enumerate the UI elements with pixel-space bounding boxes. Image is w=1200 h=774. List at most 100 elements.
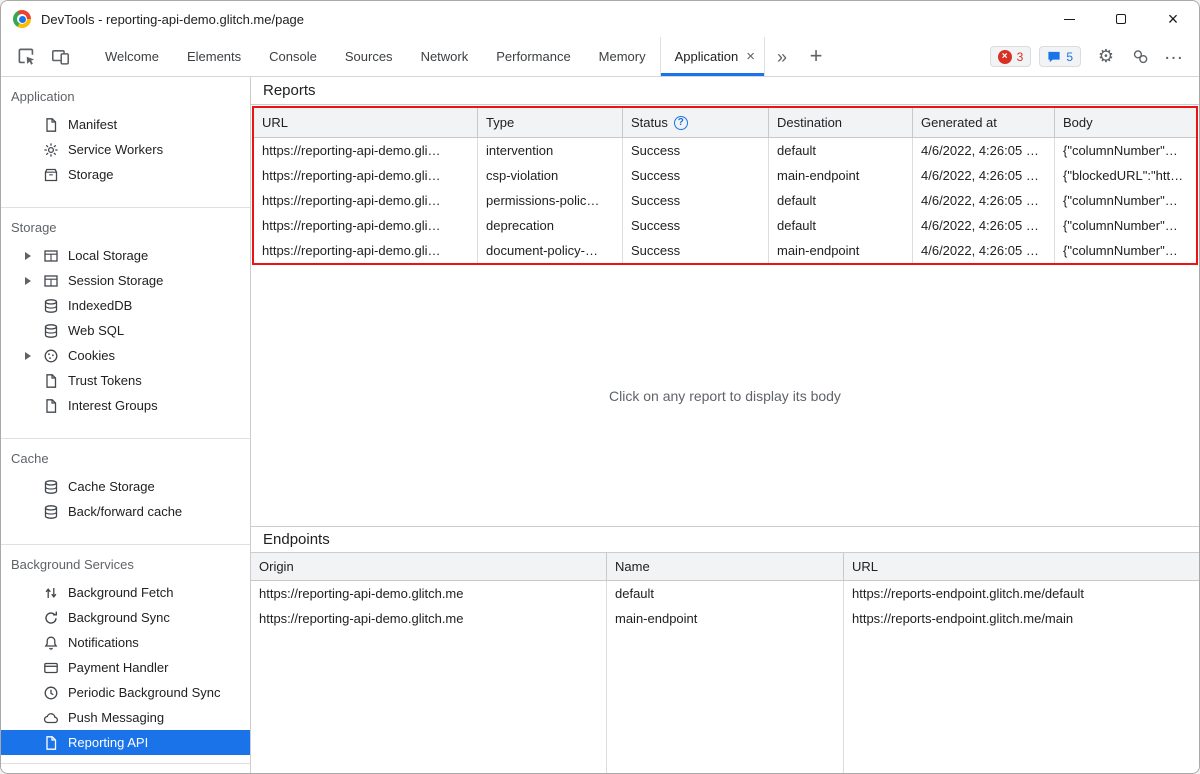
- sidebar-item-storage[interactable]: Storage: [1, 162, 250, 187]
- tab-sources[interactable]: Sources: [331, 37, 407, 76]
- column-header-destination: Destination: [769, 108, 913, 138]
- tab-close-icon[interactable]: ×: [746, 49, 755, 64]
- cell-generated-at[interactable]: 4/6/2022, 4:26:05 …: [913, 238, 1055, 263]
- sidebar-item-back-forward-cache[interactable]: Back/forward cache: [1, 499, 250, 524]
- column-header-name: Name: [607, 553, 844, 581]
- more-options-button[interactable]: …: [1157, 47, 1191, 67]
- settings-button[interactable]: ⚙: [1089, 48, 1123, 66]
- add-panel-button[interactable]: +: [799, 37, 833, 76]
- sidebar-item-trust-tokens[interactable]: Trust Tokens: [1, 368, 250, 393]
- device-toolbar-button[interactable]: [43, 37, 77, 76]
- cell-destination[interactable]: main-endpoint: [769, 163, 913, 188]
- issues-count-badge[interactable]: 5: [1039, 46, 1081, 67]
- tab-memory[interactable]: Memory: [585, 37, 660, 76]
- tab-welcome[interactable]: Welcome: [91, 37, 173, 76]
- cell-type[interactable]: deprecation: [478, 213, 623, 238]
- reports-table: URL Type Status ? Destination Generated …: [254, 108, 1196, 263]
- cell-url[interactable]: https://reporting-api-demo.gli…: [254, 188, 478, 213]
- file-icon: [43, 117, 59, 133]
- gear-icon: [43, 142, 59, 158]
- inspect-element-button[interactable]: [9, 37, 43, 76]
- tab-console[interactable]: Console: [255, 37, 331, 76]
- cell-generated-at[interactable]: 4/6/2022, 4:26:05 …: [913, 188, 1055, 213]
- minimize-button[interactable]: [1043, 1, 1095, 37]
- cell-url[interactable]: https://reporting-api-demo.gli…: [254, 213, 478, 238]
- sidebar-item-interest-groups[interactable]: Interest Groups: [1, 393, 250, 418]
- cell-name: default: [607, 581, 844, 606]
- maximize-button[interactable]: [1095, 1, 1147, 37]
- sidebar-item-local-storage[interactable]: Local Storage: [1, 243, 250, 268]
- linked-circles-icon: [1132, 48, 1149, 65]
- cell-destination[interactable]: main-endpoint: [769, 238, 913, 263]
- cell-body[interactable]: {"columnNumber"…: [1055, 138, 1196, 163]
- sidebar-item-payment-handler[interactable]: Payment Handler: [1, 655, 250, 680]
- sync-icon: [43, 610, 59, 626]
- cell-type[interactable]: permissions-polic…: [478, 188, 623, 213]
- reporting-api-panel: Reports URL Type Status ? Destination Ge…: [251, 77, 1199, 773]
- devtools-toolbar: Welcome Elements Console Sources Network…: [1, 37, 1199, 77]
- cell-status[interactable]: Success: [623, 213, 769, 238]
- tab-application-label: Application: [675, 49, 739, 64]
- sidebar-section-title: Cache: [1, 439, 250, 474]
- reports-title: Reports: [263, 82, 316, 99]
- cell-generated-at[interactable]: 4/6/2022, 4:26:05 …: [913, 138, 1055, 163]
- close-button[interactable]: ×: [1147, 1, 1199, 37]
- sidebar-item-push-messaging[interactable]: Push Messaging: [1, 705, 250, 730]
- tab-performance[interactable]: Performance: [482, 37, 584, 76]
- cell-body[interactable]: {"columnNumber"…: [1055, 238, 1196, 263]
- cell-destination[interactable]: default: [769, 213, 913, 238]
- tab-network[interactable]: Network: [407, 37, 483, 76]
- expand-arrow-icon[interactable]: [23, 252, 43, 260]
- gear-icon: ⚙: [1098, 48, 1114, 66]
- cell-destination[interactable]: default: [769, 138, 913, 163]
- sidebar-item-indexeddb[interactable]: IndexedDB: [1, 293, 250, 318]
- column-header-status: Status ?: [623, 108, 769, 138]
- sidebar-item-background-fetch[interactable]: Background Fetch: [1, 580, 250, 605]
- tab-application[interactable]: Application ×: [660, 37, 765, 76]
- cell-generated-at[interactable]: 4/6/2022, 4:26:05 …: [913, 213, 1055, 238]
- expand-arrow-icon[interactable]: [23, 277, 43, 285]
- endpoints-header: Endpoints: [251, 526, 1199, 553]
- sidebar-item-periodic-background-sync[interactable]: Periodic Background Sync: [1, 680, 250, 705]
- sidebar-item-label: Background Sync: [68, 610, 170, 625]
- sidebar-item-manifest[interactable]: Manifest: [1, 112, 250, 137]
- expand-arrow-icon[interactable]: [23, 352, 43, 360]
- sidebar-item-background-sync[interactable]: Background Sync: [1, 605, 250, 630]
- minimize-icon: [1064, 19, 1075, 20]
- panel-tabs: Welcome Elements Console Sources Network…: [91, 37, 833, 76]
- cell-body[interactable]: {"blockedURL":"htt…: [1055, 163, 1196, 188]
- cell-type[interactable]: intervention: [478, 138, 623, 163]
- more-menu-icon: …: [1164, 43, 1185, 63]
- sidebar-item-service-workers[interactable]: Service Workers: [1, 137, 250, 162]
- sidebar-item-cache-storage[interactable]: Cache Storage: [1, 474, 250, 499]
- cell-status[interactable]: Success: [623, 163, 769, 188]
- cell-url[interactable]: https://reporting-api-demo.gli…: [254, 238, 478, 263]
- reports-table-highlight: URL Type Status ? Destination Generated …: [252, 106, 1198, 265]
- cell-status[interactable]: Success: [623, 138, 769, 163]
- sidebar-item-session-storage[interactable]: Session Storage: [1, 268, 250, 293]
- file-icon: [43, 373, 59, 389]
- error-count-badge[interactable]: × 3: [990, 46, 1032, 67]
- cell-url[interactable]: https://reporting-api-demo.gli…: [254, 163, 478, 188]
- sidebar-item-label: Interest Groups: [68, 398, 158, 413]
- sidebar-item-cookies[interactable]: Cookies: [1, 343, 250, 368]
- titlebar: DevTools - reporting-api-demo.glitch.me/…: [1, 1, 1199, 37]
- linked-circles-button[interactable]: [1123, 48, 1157, 65]
- cell-url[interactable]: https://reporting-api-demo.gli…: [254, 138, 478, 163]
- cell-status[interactable]: Success: [623, 188, 769, 213]
- cell-destination[interactable]: default: [769, 188, 913, 213]
- sidebar-item-web-sql[interactable]: Web SQL: [1, 318, 250, 343]
- cell-type[interactable]: document-policy-…: [478, 238, 623, 263]
- cell-body[interactable]: {"columnNumber"…: [1055, 213, 1196, 238]
- sidebar-item-notifications[interactable]: Notifications: [1, 630, 250, 655]
- cell-status[interactable]: Success: [623, 238, 769, 263]
- database-icon: [43, 298, 59, 314]
- sidebar-item-label: Reporting API: [68, 735, 148, 750]
- more-tabs-button[interactable]: »: [765, 37, 799, 76]
- help-icon[interactable]: ?: [674, 116, 688, 130]
- cell-generated-at[interactable]: 4/6/2022, 4:26:05 …: [913, 163, 1055, 188]
- sidebar-item-reporting-api[interactable]: Reporting API: [1, 730, 250, 755]
- cell-type[interactable]: csp-violation: [478, 163, 623, 188]
- tab-elements[interactable]: Elements: [173, 37, 255, 76]
- cell-body[interactable]: {"columnNumber"…: [1055, 188, 1196, 213]
